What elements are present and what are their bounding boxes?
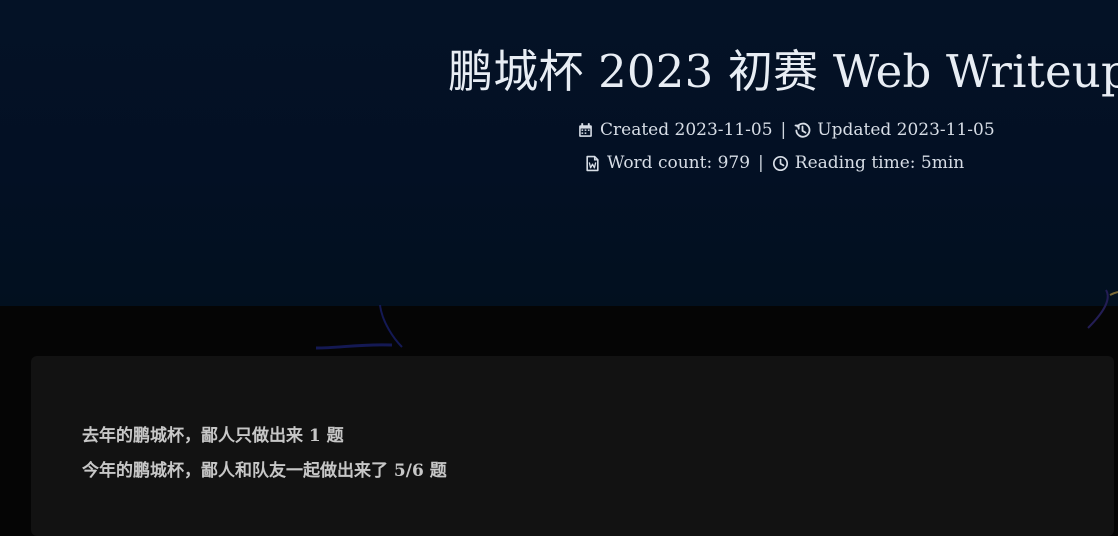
- calendar-icon: [577, 122, 594, 139]
- word-file-icon: [584, 155, 601, 172]
- updated-date-label: Updated 2023-11-05: [817, 120, 995, 140]
- history-icon: [794, 122, 811, 139]
- meta-separator: |: [758, 153, 764, 173]
- word-count-label: Word count: 979: [607, 153, 751, 173]
- background-decoration-right: [1087, 289, 1118, 329]
- background-decoration: [315, 304, 403, 350]
- clock-icon: [772, 155, 789, 172]
- post-date-meta: Created 2023-11-05 | Updated 2023-11-05: [577, 122, 995, 139]
- reading-time-label: Reading time: 5min: [794, 153, 965, 173]
- post-paragraph: 今年的鹏城杯，鄙人和队友一起做出来了 5/6 题: [82, 461, 447, 481]
- post-reading-meta: Word count: 979 | Reading time: 5min: [584, 155, 964, 172]
- meta-separator: |: [780, 120, 787, 140]
- post-paragraph: 去年的鹏城杯，鄙人只做出来 1 题: [82, 426, 344, 446]
- created-date-label: Created 2023-11-05: [600, 120, 773, 140]
- post-content-card: [31, 356, 1114, 536]
- post-header: 鹏城杯 2023 初赛 Web Writeup Created 2023-11-…: [0, 0, 1118, 306]
- page-title: 鹏城杯 2023 初赛 Web Writeup: [448, 45, 1118, 98]
